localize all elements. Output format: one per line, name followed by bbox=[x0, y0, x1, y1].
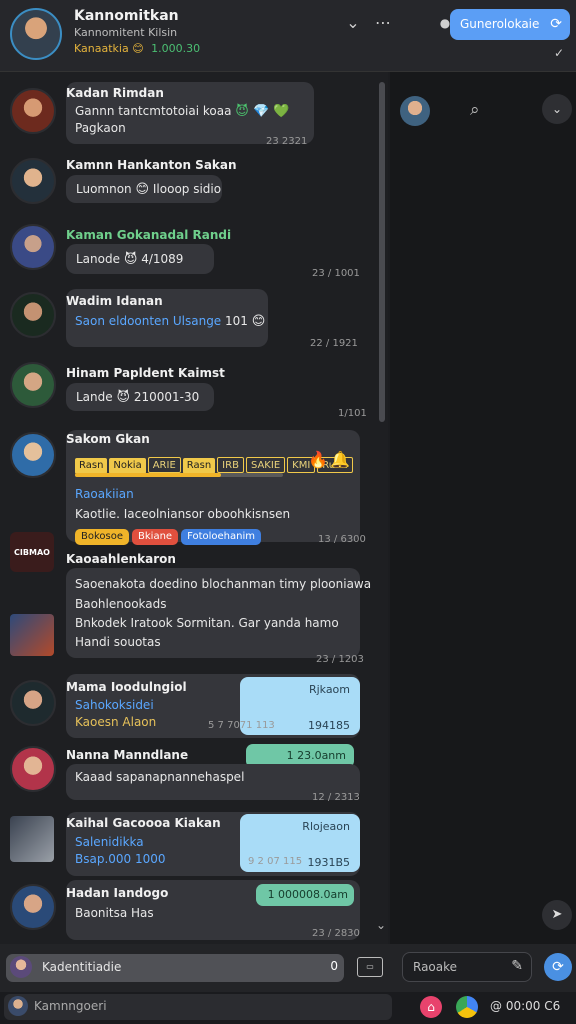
message-text: Gannn tantcmtotoiai koaa 😈 💎 💚 bbox=[75, 104, 290, 119]
sender-name[interactable]: Sakom Gkan bbox=[66, 432, 150, 446]
search-input[interactable]: Raoake ✎ bbox=[402, 952, 532, 982]
brand-logo[interactable]: CIBMAO bbox=[10, 532, 54, 572]
user-avatar bbox=[8, 996, 28, 1016]
message-time: 9 2 07 115 bbox=[248, 856, 303, 867]
fire-icon: 🔥 bbox=[308, 450, 328, 469]
sender-name[interactable]: Kadan Rimdan bbox=[66, 86, 164, 100]
tag-list: Bokosoe Bkiane Fotoloehanim bbox=[75, 524, 264, 545]
sender-name[interactable]: Nanna Manndlane bbox=[66, 748, 188, 762]
status-label: Kanaatkia bbox=[74, 42, 129, 55]
channel-subtitle: Kannomitent Kilsin bbox=[74, 26, 178, 39]
more-options-icon[interactable]: ⋯ bbox=[372, 12, 394, 34]
message-text: Sahokoksidei bbox=[75, 698, 154, 712]
browser-icon[interactable] bbox=[456, 996, 478, 1018]
message-time: 13 / 6300 bbox=[318, 534, 366, 545]
message-text: Saoenakota doedino blochanman timy ploon… bbox=[75, 577, 372, 591]
message-text: Lande 😈 210001-30 bbox=[76, 390, 200, 405]
message-text: Kaaad sapanapnannehaspel bbox=[75, 770, 245, 784]
pen-icon: ✎ bbox=[511, 958, 523, 974]
progress-fill bbox=[75, 473, 221, 477]
side-panel bbox=[390, 72, 576, 944]
status-text: @ 00:00 C6 bbox=[490, 999, 561, 1013]
avatar[interactable] bbox=[10, 292, 56, 338]
message-input[interactable]: Kadentitiadie 0 bbox=[6, 954, 344, 982]
message-time: 23 / 2830 bbox=[312, 928, 360, 939]
avatar[interactable] bbox=[10, 746, 56, 792]
avatar[interactable] bbox=[10, 432, 56, 478]
refresh-icon: ⟳ bbox=[550, 16, 562, 32]
stat-chip: Nokia bbox=[109, 458, 146, 474]
bell-icon: 🔔 bbox=[330, 450, 350, 469]
sender-name[interactable]: Kaman Gokanadal Randi bbox=[66, 228, 231, 242]
channel-title: Kannomitkan bbox=[74, 8, 179, 24]
avatar[interactable] bbox=[10, 680, 56, 726]
stat-chip: SAKIE bbox=[245, 457, 286, 473]
avatar[interactable] bbox=[10, 224, 56, 270]
tag[interactable]: Fotoloehanim bbox=[181, 529, 262, 545]
scroll-down-icon[interactable]: ⌄ bbox=[376, 918, 386, 932]
avatar[interactable] bbox=[10, 362, 56, 408]
message-text: Baohlenookads bbox=[75, 597, 167, 611]
check-icon[interactable]: ✓ bbox=[554, 46, 564, 60]
message-text: Bsap.000 1000 bbox=[75, 852, 166, 866]
avatar[interactable] bbox=[10, 884, 56, 930]
secondary-input[interactable]: Kamnngoeri bbox=[4, 994, 392, 1020]
sender-name[interactable]: Wadim Idanan bbox=[66, 294, 163, 308]
sender-name[interactable]: Mama Ioodulngiol bbox=[66, 680, 187, 694]
send-button[interactable]: ⟳ bbox=[544, 953, 572, 981]
stat-chip: Rasn bbox=[182, 458, 216, 474]
search-icon[interactable]: ⌕ bbox=[470, 100, 480, 120]
message-link[interactable]: Raoakiian bbox=[75, 487, 134, 501]
sender-name[interactable]: Hadan Iandogo bbox=[66, 886, 168, 900]
thumbnail-image[interactable] bbox=[10, 614, 54, 656]
message-text: Handi souotas bbox=[75, 635, 161, 649]
compass-icon[interactable]: ➤ bbox=[542, 900, 572, 930]
avatar[interactable] bbox=[10, 158, 56, 204]
sender-name[interactable]: Kaihal Gacoooa Kiakan bbox=[66, 816, 221, 830]
message-text: Bnkodek Iratook Sormitan. Gar yanda hamo bbox=[75, 616, 339, 630]
message-link[interactable]: Pagkaon bbox=[75, 121, 126, 135]
primary-action-button[interactable]: Gunerolokaie ⟳ bbox=[450, 9, 570, 40]
message-time: 12 / 2313 bbox=[312, 792, 360, 803]
tag[interactable]: Bokosoe bbox=[75, 529, 130, 545]
message-text: Salenidikka bbox=[75, 835, 144, 849]
status-number: 1.000.30 bbox=[151, 42, 201, 55]
sender-name[interactable]: Kamnn Hankanton Sakan bbox=[66, 158, 237, 172]
message-time: 23 / 1001 bbox=[312, 268, 360, 279]
chat-header: Kannomitkan Kannomitent Kilsin Kanaatkia… bbox=[0, 0, 576, 72]
user-avatar bbox=[10, 956, 32, 978]
avatar[interactable] bbox=[10, 88, 56, 134]
message-time: 22 / 1921 bbox=[310, 338, 358, 349]
message-time: 23 / 1203 bbox=[316, 654, 364, 665]
home-icon[interactable]: ⌂ bbox=[420, 996, 442, 1018]
link-preview-card[interactable]: 1 000008.0am bbox=[256, 884, 354, 906]
message-text: Luomnon 😊 Ilooop sidio bbox=[76, 182, 222, 197]
stat-chip: ARIE bbox=[147, 457, 181, 473]
chevron-down-icon[interactable]: ⌄ bbox=[542, 94, 572, 124]
message-text: Kaotlie. Iaceolniansor oboohkisnsen bbox=[75, 507, 291, 521]
message-text: Baonitsa Has bbox=[75, 906, 154, 920]
message-time: 5 7 7071 113 bbox=[208, 720, 275, 731]
status-emoji: 😊 bbox=[132, 42, 144, 55]
attachment-icon[interactable]: ▭ bbox=[357, 957, 383, 977]
progress-bar bbox=[75, 473, 283, 477]
message-time: 1/101 bbox=[338, 408, 367, 419]
primary-action-label: Gunerolokaie bbox=[460, 17, 540, 31]
tag[interactable]: Bkiane bbox=[132, 529, 179, 545]
message-text: Kaoesn Alaon bbox=[75, 715, 157, 729]
sender-name[interactable]: Hinam Papldent Kaimst bbox=[66, 366, 225, 380]
sender-name[interactable]: Kaoaahlenkaron bbox=[66, 552, 176, 566]
collapse-icon[interactable]: ⌄ bbox=[342, 12, 364, 34]
message-text: Lanode 😈 4/1089 bbox=[76, 252, 184, 267]
stat-chip: IRB bbox=[217, 457, 244, 473]
side-panel-avatar[interactable] bbox=[400, 96, 430, 126]
thumbnail-image[interactable] bbox=[10, 816, 54, 862]
message-text: Saon eldoonten Ulsange 101 😊 bbox=[75, 314, 266, 329]
scrollbar[interactable] bbox=[379, 82, 385, 422]
message-time: 23 2321 bbox=[266, 136, 308, 147]
channel-avatar[interactable] bbox=[10, 8, 62, 60]
channel-status: Kanaatkia 😊 1.000.30 bbox=[74, 42, 200, 55]
stat-chip: Rasn bbox=[75, 458, 108, 474]
